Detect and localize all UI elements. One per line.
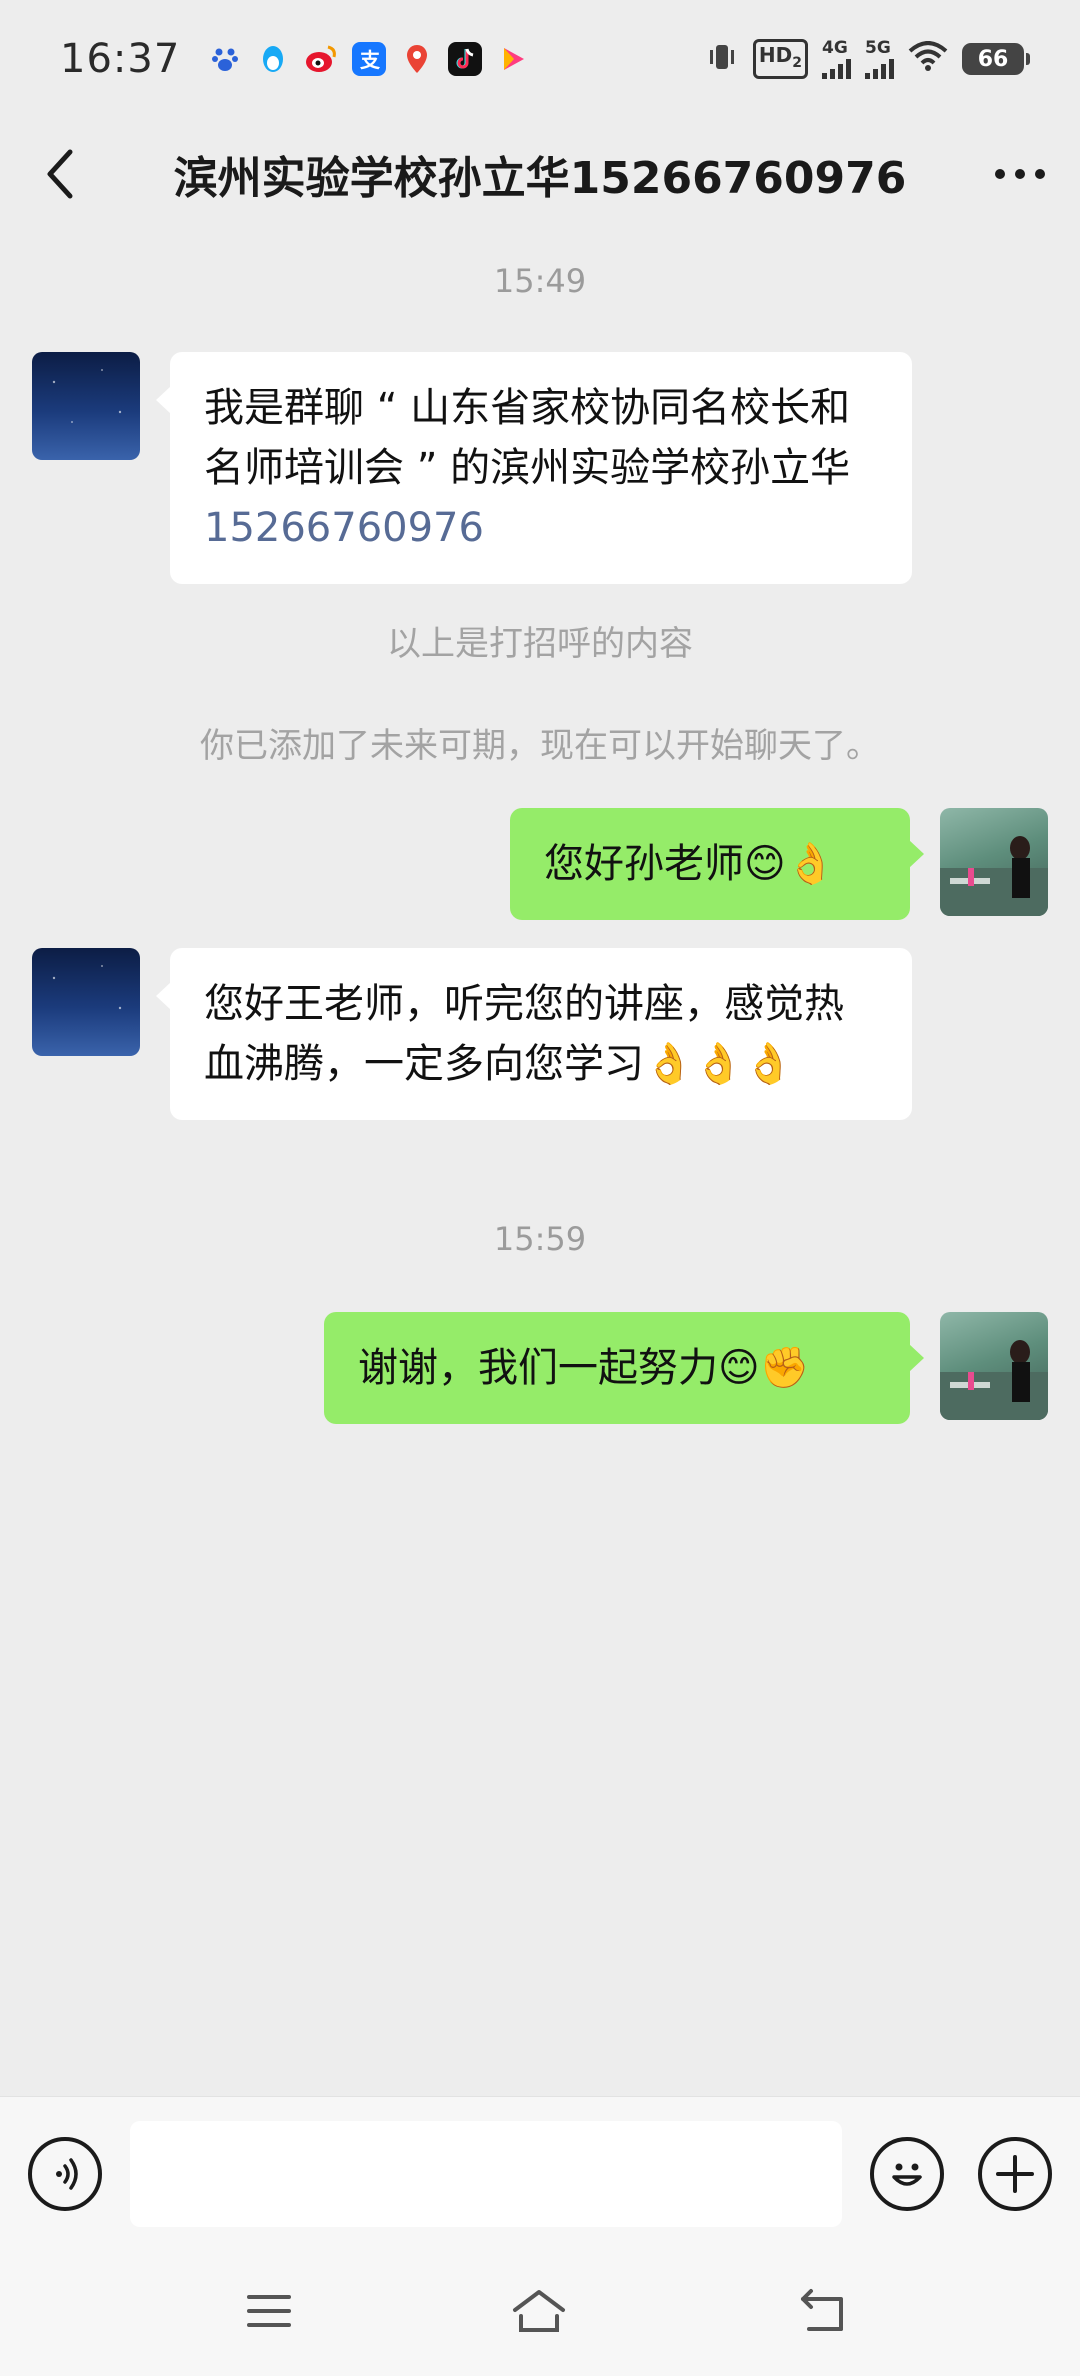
back-system-button[interactable] [788,2276,858,2346]
message-bubble-outgoing[interactable]: 您好孙老师😊👌 [510,808,924,920]
wifi-icon [908,41,948,77]
input-bar [0,2096,1080,2246]
battery-indicator: 66 [962,43,1030,75]
map-pin-icon [400,42,434,76]
chat-title: 滨州实验学校孙立华15266760976 [173,153,907,204]
chat-message-list[interactable]: 15:49 我是群聊 “ 山东省家校协同名校长和名师培训会 ” 的滨州实验学校孙… [0,230,1080,2096]
contact-avatar[interactable] [32,352,140,460]
timestamp-label: 15:59 [493,1220,587,1258]
home-icon [513,2290,565,2332]
profile-photo-image [940,836,1048,916]
recent-apps-button[interactable] [234,2276,304,2346]
chevron-left-icon [47,149,73,199]
message-bubble-incoming[interactable]: 我是群聊 “ 山东省家校协同名校长和名师培训会 ” 的滨州实验学校孙立华 152… [156,352,912,584]
phone-number-link[interactable]: 15266760976 [204,505,484,551]
message-bubble-incoming[interactable]: 您好王老师，听完您的讲座，感觉热血沸腾，一定多向您学习👌👌👌 [156,948,912,1120]
notification-icons: 支 [208,42,530,76]
signal-5g: 5G [865,37,894,79]
timestamp-label: 15:49 [493,262,587,300]
more-options-button[interactable] [988,142,1052,206]
smiley-icon [892,2163,922,2186]
night-sky-image [52,369,122,423]
chat-header: 滨州实验学校孙立华15266760976 [0,118,1080,230]
status-right: HD2 4G 5G 66 [705,37,1030,79]
voice-wave-icon [56,2158,78,2190]
contact-avatar[interactable] [32,948,140,1056]
back-button[interactable] [28,142,92,206]
system-note: 以上是打招呼的内容 [387,624,693,664]
tiktok-icon [448,42,483,76]
my-avatar[interactable] [940,1312,1048,1420]
emoji-button[interactable] [870,2137,944,2211]
message-text: 您好孙老师😊👌 [544,841,836,887]
signal-4g-label: 4G [822,37,848,58]
menu-lines-icon [247,2295,291,2327]
baidu-paw-icon [208,42,242,76]
signal-bars-icon [822,57,851,79]
signal-5g-label: 5G [865,37,891,58]
message-bubble-outgoing[interactable]: 谢谢，我们一起努力😊✊ [324,1312,924,1424]
voice-input-button[interactable] [28,2137,102,2211]
system-navigation-bar [0,2246,1080,2376]
message-text: 谢谢，我们一起努力😊✊ [358,1345,810,1391]
signal-bars-icon [865,57,894,79]
hd-label: HD [758,43,793,67]
message-text: 您好王老师，听完您的讲座，感觉热血沸腾，一定多向您学习👌👌👌 [204,981,844,1087]
night-sky-image [52,965,122,1010]
return-arrow-icon [801,2289,843,2331]
more-functions-button[interactable] [978,2137,1052,2211]
status-time: 16:37 [60,36,181,82]
message-text: 我是群聊 “ 山东省家校协同名校长和名师培训会 ” 的滨州实验学校孙立华 [204,385,851,491]
system-note: 你已添加了未来可期，现在可以开始聊天了。 [200,726,880,766]
video-play-icon [496,42,530,76]
signal-4g: 4G [822,37,851,79]
hd-sub: 2 [792,55,802,71]
home-button[interactable] [504,2276,574,2346]
weibo-icon [304,42,338,76]
svg-text:支: 支 [360,48,381,72]
vibrate-icon [705,40,739,78]
qq-penguin-icon [256,42,290,76]
plus-icon [996,2155,1034,2193]
more-dots-icon [995,169,1045,179]
my-avatar[interactable] [940,808,1048,916]
alipay-icon: 支 [352,42,387,76]
status-bar: 16:37 支 HD2 4G 5G 66 [0,0,1080,118]
hd-badge: HD2 [752,39,808,79]
profile-photo-image [940,1340,1048,1420]
message-input[interactable] [130,2121,842,2227]
